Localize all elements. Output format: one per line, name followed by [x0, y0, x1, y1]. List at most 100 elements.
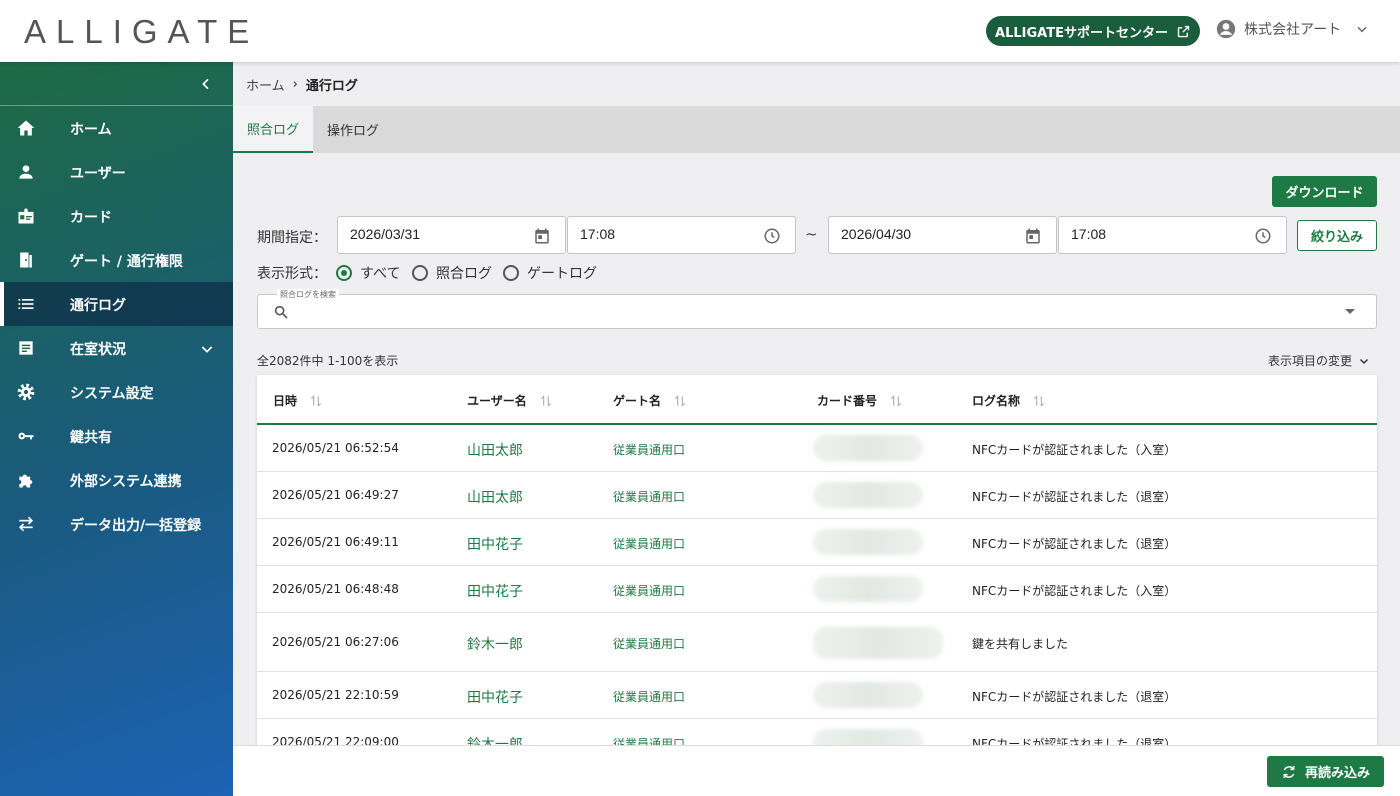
- cell-card-number-redacted: [813, 435, 923, 461]
- column-settings-toggle[interactable]: 表示項目の変更: [1268, 352, 1370, 369]
- download-button[interactable]: ダウンロード: [1272, 176, 1377, 207]
- cell-username[interactable]: 田中花子: [467, 581, 523, 601]
- sort-icon: [890, 394, 902, 407]
- external-link-icon: [1177, 25, 1190, 37]
- app-header: ALLIGATE ALLIGATEサポートセンター 株式会社アート: [0, 0, 1400, 62]
- cell-card-number-redacted: [813, 529, 923, 555]
- tab-verification-log[interactable]: 照合ログ: [233, 106, 313, 153]
- column-header-label: 日時: [273, 394, 298, 408]
- cell-datetime: 2026/05/21 06:49:11: [272, 535, 399, 549]
- cell-log-name: NFCカードが認証されました（入室）: [972, 584, 1177, 598]
- sidebar-item-label: 在室状況: [70, 342, 126, 358]
- start-time-input[interactable]: [580, 226, 750, 242]
- cell-username[interactable]: 田中花子: [467, 687, 523, 707]
- filter-button[interactable]: 絞り込み: [1297, 220, 1377, 251]
- gear-icon: [17, 383, 35, 401]
- radio-label: ゲートログ: [527, 266, 597, 282]
- cell-username[interactable]: 鈴木一郎: [467, 634, 523, 654]
- column-header-log-name[interactable]: ログ名称: [972, 392, 1046, 409]
- support-center-label: ALLIGATEサポートセンター: [995, 25, 1168, 41]
- table-row[interactable]: 2026/05/21 06:49:11 田中花子 従業員通用口 NFCカードが認…: [257, 519, 1377, 566]
- column-header-gate[interactable]: ゲート名: [613, 392, 687, 409]
- column-header-datetime[interactable]: 日時: [273, 392, 323, 409]
- chevron-down-icon: [1359, 358, 1369, 364]
- column-header-username[interactable]: ユーザー名: [467, 392, 553, 409]
- log-tabs: 照合ログ 操作ログ: [233, 106, 1400, 153]
- cell-gate[interactable]: 従業員通用口: [613, 688, 685, 705]
- cell-card-number-redacted: [813, 482, 923, 508]
- sidebar-item-access-log[interactable]: 通行ログ: [0, 282, 233, 326]
- radio-gate-log[interactable]: ゲートログ: [503, 263, 597, 283]
- sidebar-item-data-export[interactable]: データ出力/一括登録: [0, 502, 233, 546]
- cell-datetime: 2026/05/21 22:10:59: [272, 688, 399, 702]
- cell-gate[interactable]: 従業員通用口: [613, 582, 685, 599]
- end-date-input[interactable]: [841, 226, 1011, 242]
- sidebar-item-label: カード: [70, 210, 112, 226]
- period-separator: ~: [805, 225, 818, 243]
- cell-username[interactable]: 山田太郎: [467, 487, 523, 507]
- sidebar-item-occupancy[interactable]: 在室状況: [0, 326, 233, 370]
- log-search-input[interactable]: [300, 303, 1300, 318]
- table-row[interactable]: 2026/05/21 06:49:27 山田太郎 従業員通用口 NFCカードが認…: [257, 472, 1377, 519]
- breadcrumb-home[interactable]: ホーム: [246, 75, 285, 94]
- app-logo: ALLIGATE: [24, 13, 260, 50]
- reload-button[interactable]: 再読み込み: [1267, 756, 1384, 787]
- list-icon: [18, 299, 34, 309]
- cell-gate[interactable]: 従業員通用口: [613, 535, 685, 552]
- cell-log-name: NFCカードが認証されました（退室）: [972, 537, 1177, 551]
- sidebar-item-cards[interactable]: カード: [0, 194, 233, 238]
- end-date-field[interactable]: [828, 216, 1057, 254]
- sort-icon: [310, 394, 322, 407]
- cell-gate[interactable]: 従業員通用口: [613, 488, 685, 505]
- cell-gate[interactable]: 従業員通用口: [613, 635, 685, 652]
- radio-circle: [412, 265, 428, 281]
- sidebar-item-label: ホーム: [70, 122, 112, 138]
- sidebar-item-gates[interactable]: ゲート / 通行権限: [0, 238, 233, 282]
- clock-icon: [764, 228, 780, 244]
- search-legend: 照合ログを検索: [277, 289, 339, 300]
- radio-all[interactable]: すべて: [336, 263, 400, 283]
- calendar-icon: [1026, 228, 1040, 244]
- sidebar-collapse[interactable]: [0, 62, 233, 106]
- cell-username[interactable]: 田中花子: [467, 534, 523, 554]
- end-time-field[interactable]: [1058, 216, 1287, 254]
- radio-verification-log[interactable]: 照合ログ: [412, 263, 492, 283]
- period-label: 期間指定：: [257, 230, 327, 246]
- sidebar-item-label: システム設定: [70, 386, 154, 402]
- account-menu[interactable]: 株式会社アート: [1216, 19, 1369, 39]
- start-date-field[interactable]: [337, 216, 566, 254]
- breadcrumb-current: 通行ログ: [305, 78, 358, 94]
- chevron-down-icon: [201, 346, 213, 353]
- sidebar-item-key-sharing[interactable]: 鍵共有: [0, 414, 233, 458]
- column-header-card-number[interactable]: カード番号: [817, 392, 903, 409]
- reload-label: 再読み込み: [1304, 766, 1370, 781]
- sidebar-item-home[interactable]: ホーム: [0, 106, 233, 150]
- caret-down-icon[interactable]: [1345, 309, 1355, 314]
- support-center-button[interactable]: ALLIGATEサポートセンター: [986, 16, 1200, 46]
- table-row[interactable]: 2026/05/21 06:27:06 鈴木一郎 従業員通用口 鍵を共有しました: [257, 613, 1377, 672]
- cell-username[interactable]: 山田太郎: [467, 440, 523, 460]
- chevron-down-icon: [1357, 26, 1367, 33]
- cell-log-name: NFCカードが認証されました（退室）: [972, 490, 1177, 504]
- sidebar: ホーム ユーザー カード ゲート / 通行権限 通行ログ 在室状況 システム設定…: [0, 62, 233, 796]
- table-row[interactable]: 2026/05/21 06:52:54 山田太郎 従業員通用口 NFCカードが認…: [257, 425, 1377, 472]
- sidebar-item-users[interactable]: ユーザー: [0, 150, 233, 194]
- end-time-input[interactable]: [1071, 226, 1241, 242]
- column-settings-label: 表示項目の変更: [1268, 354, 1353, 368]
- refresh-icon: [1283, 765, 1295, 778]
- table-row[interactable]: 2026/05/21 06:48:48 田中花子 従業員通用口 NFCカードが認…: [257, 566, 1377, 613]
- sidebar-item-label: 通行ログ: [70, 298, 126, 314]
- page-footer: 再読み込み: [233, 745, 1400, 796]
- access-log-table: 日時 ユーザー名 ゲート名 カード番号 ログ名称 2026/05/21 06:5…: [257, 375, 1377, 755]
- sidebar-item-label: ユーザー: [70, 166, 126, 182]
- start-date-input[interactable]: [350, 226, 520, 242]
- table-row[interactable]: 2026/05/21 22:10:59 田中花子 従業員通用口 NFCカードが認…: [257, 672, 1377, 719]
- start-time-field[interactable]: [567, 216, 796, 254]
- column-header-label: ユーザー名: [467, 394, 527, 408]
- cell-gate[interactable]: 従業員通用口: [613, 441, 685, 458]
- sidebar-item-system-settings[interactable]: システム設定: [0, 370, 233, 414]
- sidebar-item-external-integration[interactable]: 外部システム連携: [0, 458, 233, 502]
- tab-operation-log[interactable]: 操作ログ: [313, 106, 393, 153]
- log-search-box[interactable]: [257, 294, 1377, 329]
- cell-card-number-redacted: [813, 576, 923, 602]
